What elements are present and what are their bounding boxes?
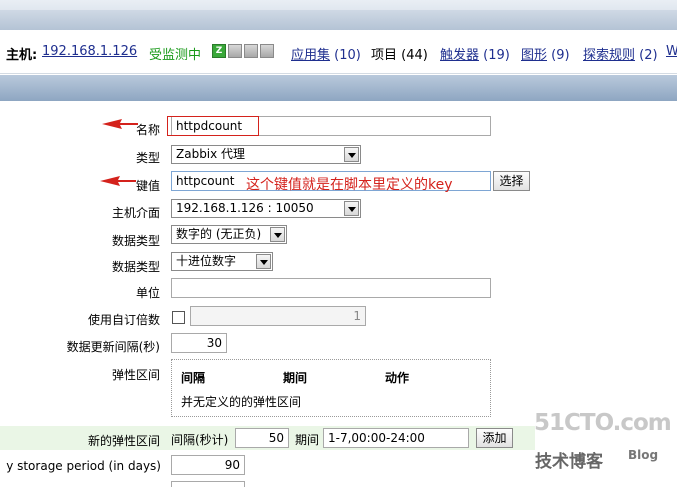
type-label: 类型	[135, 151, 160, 165]
col-period: 期间	[283, 371, 308, 385]
ipmi-badge-icon	[260, 44, 274, 58]
flexible-intervals-table: 间隔 期间 动作 并无定义的的弹性区间	[171, 359, 491, 417]
nav-triggers[interactable]: 触发器 (19)	[440, 44, 510, 63]
dropdown-arrow-icon	[256, 254, 271, 269]
watermark-logo: 51CTO.com 技术博客 Blog	[534, 410, 674, 472]
data-format-value: 十进位数字	[176, 254, 237, 268]
data-type-label: 数据类型	[111, 234, 160, 248]
host-bar: 主机: 192.168.1.126 受监测中 Z 应用集 (10) 项目 (44…	[0, 31, 677, 74]
nav-applications[interactable]: 应用集 (10)	[291, 44, 361, 63]
new-period-input[interactable]: 1-7,00:00-24:00	[323, 428, 469, 448]
host-label: 主机:	[6, 48, 38, 63]
red-arrow-icon	[100, 176, 136, 186]
col-action: 动作	[385, 371, 410, 385]
name-label: 名称	[135, 123, 160, 137]
history-input[interactable]: 90	[171, 455, 245, 475]
update-interval-label: 数据更新间隔(秒)	[66, 340, 160, 354]
host-interface-value: 192.168.1.126 : 10050	[176, 201, 314, 215]
nav-web[interactable]: W	[666, 44, 677, 59]
dropdown-arrow-icon	[344, 147, 359, 162]
section-header-band	[0, 75, 677, 101]
host-ip-link[interactable]: 192.168.1.126	[42, 44, 137, 59]
col-interval: 间隔	[181, 371, 206, 385]
flexible-empty-text: 并无定义的的弹性区间	[181, 395, 302, 409]
top-banner-strip	[0, 10, 677, 30]
history-label: y storage period (in days)	[6, 459, 161, 473]
flexible-label: 弹性区间	[111, 368, 160, 382]
nav-items[interactable]: 项目 (44)	[371, 44, 428, 63]
next-field-input[interactable]	[171, 481, 245, 487]
multiplier-checkbox[interactable]	[172, 311, 185, 324]
watermark-site: 51CTO.com	[534, 410, 672, 436]
key-label: 键值	[135, 179, 160, 193]
key-annotation: 这个键值就是在脚本里定义的key	[246, 177, 453, 193]
dropdown-arrow-icon	[344, 201, 359, 216]
jmx-badge-icon	[244, 44, 258, 58]
period-label: 期间	[295, 433, 320, 447]
data-format-select[interactable]: 十进位数字	[171, 252, 273, 271]
top-banner	[0, 0, 677, 30]
new-flexible-label: 新的弹性区间	[87, 434, 160, 448]
update-interval-input[interactable]: 30	[171, 333, 227, 353]
red-arrow-icon	[102, 119, 138, 129]
data-type-value: 数字的 (无正负)	[176, 227, 262, 241]
multiplier-label: 使用自订倍数	[87, 313, 160, 327]
units-input[interactable]	[171, 278, 491, 298]
data-type-select[interactable]: 数字的 (无正负)	[171, 225, 287, 244]
snmp-badge-icon	[228, 44, 242, 58]
zabbix-agent-badge: Z	[212, 44, 226, 58]
type-select-value: Zabbix 代理	[176, 147, 246, 161]
data-format-label: 数据类型	[111, 260, 160, 274]
dropdown-arrow-icon	[270, 227, 285, 242]
nav-graphs[interactable]: 图形 (9)	[521, 44, 570, 63]
interval-seconds-label: 间隔(秒计)	[171, 433, 229, 447]
watermark-cn: 技术博客	[535, 452, 603, 472]
units-label: 单位	[135, 286, 160, 300]
add-flexible-button[interactable]: 添加	[476, 428, 513, 448]
watermark-blog: Blog	[628, 448, 659, 462]
new-interval-input[interactable]: 50	[235, 428, 289, 448]
nav-discovery[interactable]: 探索规则 (2)	[583, 44, 658, 63]
multiplier-input[interactable]: 1	[190, 306, 366, 326]
host-interface-label: 主机介面	[111, 206, 160, 220]
key-select-button[interactable]: 选择	[493, 171, 530, 191]
host-status: 受监测中	[149, 48, 202, 63]
name-highlight-box	[167, 116, 259, 136]
host-interface-select[interactable]: 192.168.1.126 : 10050	[171, 199, 361, 218]
type-select[interactable]: Zabbix 代理	[171, 145, 361, 164]
